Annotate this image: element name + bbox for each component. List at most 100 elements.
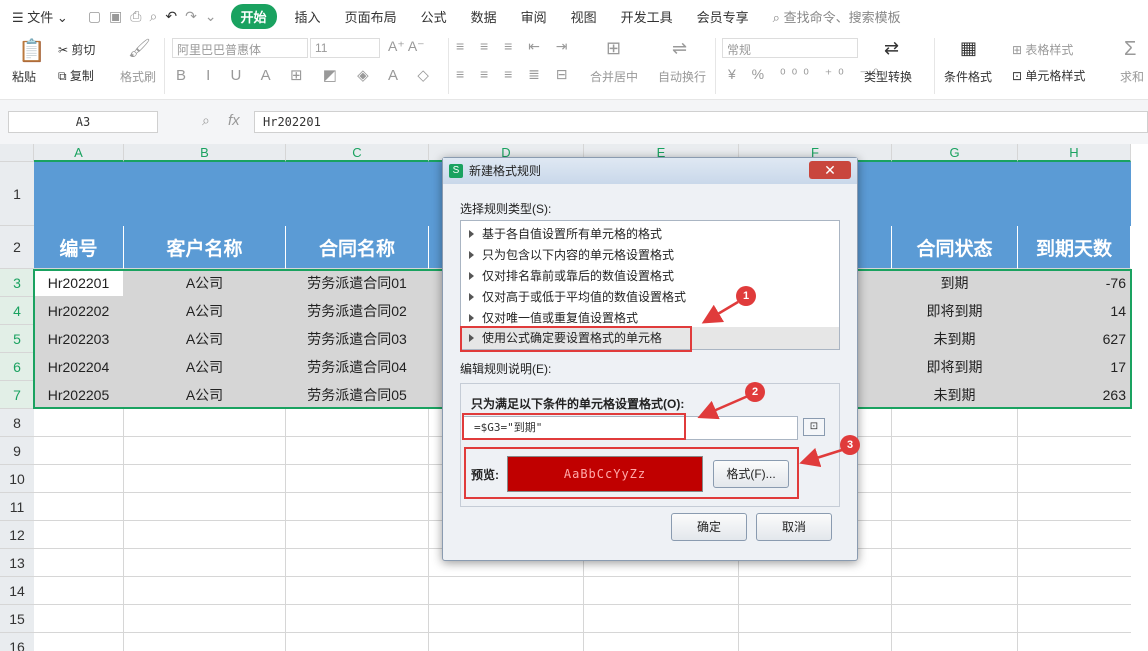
dialog-title[interactable]: 新建格式规则 [443,158,857,184]
row-header-6[interactable]: 6 [0,353,34,381]
merge-button[interactable]: 合并居中 [590,68,638,85]
sum-button[interactable]: 求和 [1120,68,1144,85]
save-icon[interactable]: ▢ [88,8,101,25]
cell-id[interactable]: Hr202204 [34,353,124,381]
cell-client[interactable]: A公司 [124,381,286,409]
cell-client[interactable]: A公司 [124,269,286,297]
redo-icon[interactable]: ↷ [185,8,197,25]
cell-contract[interactable]: 劳务派遣合同02 [286,297,429,325]
close-icon[interactable]: ✕ [809,161,851,179]
header-status[interactable]: 合同状态 [892,226,1018,269]
header-client[interactable]: 客户名称 [124,226,286,269]
select-all-corner[interactable] [0,144,34,162]
cell-days[interactable]: -76 [1018,269,1131,297]
range-select-icon[interactable]: ⊡ [803,418,825,436]
command-search[interactable]: ⌕ 查找命令、搜索模板 [761,7,913,26]
rule-type-item[interactable]: 仅对唯一值或重复值设置格式 [469,309,638,326]
cond-format-icon[interactable]: ▦ [960,38,977,59]
format-painter-icon[interactable]: 🖌 [128,38,151,59]
cell-days[interactable]: 14 [1018,297,1131,325]
export-icon[interactable]: ▣ [109,8,122,25]
align-icons-2[interactable]: ≡ ≡ ≡ ≣ ⊟ [456,66,574,83]
print-icon[interactable]: ⎙ [130,8,141,25]
align-icons[interactable]: ≡ ≡ ≡ ⇤ ⇥ [456,38,574,55]
row-header-1[interactable]: 1 [0,162,34,226]
row-header-11[interactable]: 11 [0,493,34,521]
cut-button[interactable]: ✂ 剪切 [58,41,95,58]
tab-formulas[interactable]: 公式 [409,7,459,26]
merge-icon[interactable]: ⊞ [606,38,621,59]
font-style-icons[interactable]: B I U A ⊞ ◩ ◈ A ◇ [176,66,437,84]
cell-client[interactable]: A公司 [124,297,286,325]
rule-type-item[interactable]: 只为包含以下内容的单元格设置格式 [469,246,674,263]
formula-condition-input[interactable]: =$G3="到期" [463,416,798,440]
more-icon[interactable]: ⌄ [205,8,217,25]
cell-contract[interactable]: 劳务派遣合同03 [286,325,429,353]
cell-client[interactable]: A公司 [124,353,286,381]
rule-type-item[interactable]: 仅对高于或低于平均值的数值设置格式 [469,288,686,305]
cell-status[interactable]: 未到期 [892,381,1018,409]
rule-type-item-formula[interactable]: 使用公式确定要设置格式的单元格 [461,327,839,349]
format-painter-button[interactable]: 格式刷 [120,68,156,85]
header-contract[interactable]: 合同名称 [286,226,429,269]
name-box[interactable]: A3 [8,111,158,133]
cell-status[interactable]: 即将到期 [892,297,1018,325]
row-header-9[interactable]: 9 [0,437,34,465]
number-icons[interactable]: ¥ % ⁰⁰⁰ ⁺⁰ ⁻⁰ [728,66,885,83]
wrap-icon[interactable]: ⇌ [672,38,687,59]
rule-type-item[interactable]: 仅对排名靠前或靠后的数值设置格式 [469,267,674,284]
copy-button[interactable]: ⧉ 复制 [58,67,94,84]
row-header-2[interactable]: 2 [0,226,34,269]
ok-button[interactable]: 确定 [671,513,747,541]
row-header-12[interactable]: 12 [0,521,34,549]
row-header-14[interactable]: 14 [0,577,34,605]
paste-button[interactable]: 粘贴 [12,68,36,85]
tab-data[interactable]: 数据 [459,7,509,26]
column-header-h[interactable]: H [1018,144,1131,162]
tab-home[interactable]: 开始 [230,3,277,29]
tab-member[interactable]: 会员专享 [685,7,761,26]
cell-days[interactable]: 17 [1018,353,1131,381]
cell-id[interactable]: Hr202202 [34,297,124,325]
cell-days[interactable]: 627 [1018,325,1131,353]
cell-id[interactable]: Hr202203 [34,325,124,353]
cancel-button[interactable]: 取消 [756,513,832,541]
row-header-4[interactable]: 4 [0,297,34,325]
wrap-button[interactable]: 自动换行 [658,68,706,85]
column-header-g[interactable]: G [892,144,1018,162]
type-convert-button[interactable]: 类型转换 [864,68,912,85]
tab-review[interactable]: 审阅 [509,7,559,26]
cell-style-button[interactable]: ⊡ 单元格样式 [1012,67,1085,84]
row-header-7[interactable]: 7 [0,381,34,409]
cell-id[interactable]: Hr202201 [34,269,124,297]
tab-page-layout[interactable]: 页面布局 [333,7,409,26]
column-header-b[interactable]: B [124,144,286,162]
row-header-16[interactable]: 16 [0,633,34,651]
cell-contract[interactable]: 劳务派遣合同04 [286,353,429,381]
paste-icon[interactable]: 📋 [18,38,45,64]
row-header-8[interactable]: 8 [0,409,34,437]
zoom-icon[interactable]: ⌕ [202,112,210,129]
cell-contract[interactable]: 劳务派遣合同01 [286,269,429,297]
tab-insert[interactable]: 插入 [283,7,333,26]
cell-status[interactable]: 未到期 [892,325,1018,353]
preview-icon[interactable]: ⌕ [149,8,157,25]
font-grow-icon[interactable]: A⁺ A⁻ [388,38,425,55]
rule-type-item[interactable]: 基于各自值设置所有单元格的格式 [469,225,662,242]
row-header-5[interactable]: 5 [0,325,34,353]
convert-icon[interactable]: ⇄ [884,38,899,59]
sum-icon[interactable]: Σ [1124,38,1136,61]
header-id[interactable]: 编号 [34,226,124,269]
row-header-15[interactable]: 15 [0,605,34,633]
formula-input[interactable]: Hr202201 [254,111,1148,133]
column-header-a[interactable]: A [34,144,124,162]
header-days[interactable]: 到期天数 [1018,226,1131,269]
undo-icon[interactable]: ↶ [165,8,177,25]
font-select[interactable]: 阿里巴巴普惠体 [172,38,308,58]
cell-id[interactable]: Hr202205 [34,381,124,409]
file-menu[interactable]: ☰ 文件 ⌄ [0,7,80,26]
cell-contract[interactable]: 劳务派遣合同05 [286,381,429,409]
table-style-button[interactable]: ⊞ 表格样式 [1012,41,1073,58]
conditional-format-button[interactable]: 条件格式 [944,68,992,85]
fx-icon[interactable]: fx [228,112,240,129]
